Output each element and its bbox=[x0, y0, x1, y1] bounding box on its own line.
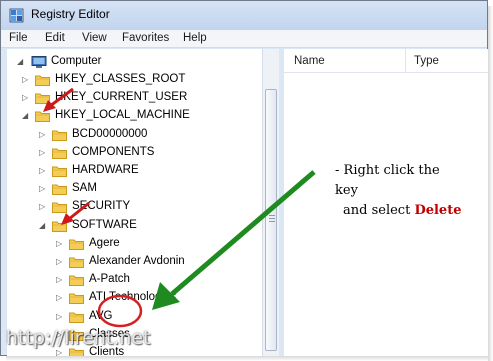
annotation-line-2: and select Delete bbox=[335, 201, 465, 221]
expand-arrow-icon[interactable]: ▷ bbox=[22, 93, 30, 103]
expand-arrow-icon[interactable]: ▷ bbox=[56, 275, 64, 285]
list-header: Name Type bbox=[284, 49, 488, 73]
folder-icon bbox=[69, 256, 84, 268]
tree-label: HKEY_LOCAL_MACHINE bbox=[55, 109, 190, 122]
folder-icon bbox=[35, 74, 50, 86]
tree-label: COMPONENTS bbox=[72, 145, 155, 158]
tree-label: HARDWARE bbox=[72, 164, 139, 176]
registry-editor-app-icon bbox=[9, 8, 24, 23]
menu-view[interactable]: View bbox=[82, 32, 107, 44]
watermark: http://lirent.net bbox=[6, 327, 151, 349]
collapse-arrow-icon[interactable]: ◢ bbox=[39, 221, 47, 231]
instruction-annotation: - Right click the key and select Delete bbox=[335, 161, 465, 221]
annotation-line-1: - Right click the key bbox=[335, 163, 440, 198]
registry-tree-pane[interactable]: ◢ Computer ▷ HKEY_CLASSES_ROOT ▷ HKEY_CUR… bbox=[7, 49, 278, 356]
folder-icon bbox=[69, 311, 84, 323]
column-header-name[interactable]: Name bbox=[294, 55, 325, 67]
computer-icon bbox=[31, 56, 47, 68]
annotation-line-2-prefix: and select bbox=[343, 203, 415, 218]
expand-arrow-icon[interactable]: ▷ bbox=[39, 148, 47, 158]
tree-label: SECURITY bbox=[72, 200, 131, 213]
window-shadow bbox=[6, 356, 492, 361]
menu-edit[interactable]: Edit bbox=[45, 32, 65, 44]
expand-arrow-icon[interactable]: ▷ bbox=[56, 293, 64, 303]
folder-icon bbox=[52, 129, 67, 141]
tree-label: A-Patch bbox=[89, 273, 130, 286]
folder-icon bbox=[52, 201, 67, 214]
tree-scrollbar[interactable] bbox=[262, 49, 279, 356]
expand-arrow-icon[interactable]: ▷ bbox=[39, 184, 47, 194]
tree-label: AVG bbox=[89, 309, 113, 322]
tree-label: Alexander Avdonin bbox=[89, 255, 185, 267]
tree-label: ATI Technologies bbox=[89, 291, 177, 304]
tree-label: Agere bbox=[89, 236, 120, 249]
window-shadow-right bbox=[488, 6, 493, 361]
expand-arrow-icon[interactable]: ▷ bbox=[39, 166, 47, 176]
menu-bar: File Edit View Favorites Help bbox=[1, 30, 487, 48]
window-title: Registry Editor bbox=[31, 7, 110, 21]
folder-icon bbox=[69, 274, 84, 287]
expand-arrow-icon[interactable]: ▷ bbox=[56, 257, 64, 267]
column-header-type[interactable]: Type bbox=[414, 55, 439, 67]
expand-arrow-icon[interactable]: ▷ bbox=[56, 312, 64, 322]
menu-help[interactable]: Help bbox=[183, 32, 207, 44]
tree-label: HKEY_CLASSES_ROOT bbox=[55, 73, 186, 85]
tree-label: Computer bbox=[51, 55, 102, 67]
collapse-arrow-icon[interactable]: ◢ bbox=[22, 111, 30, 121]
folder-icon bbox=[35, 110, 50, 123]
tree-label: SAM bbox=[72, 182, 97, 195]
title-bar: Registry Editor bbox=[1, 1, 487, 30]
folder-icon bbox=[52, 220, 67, 232]
expand-arrow-icon[interactable]: ▷ bbox=[39, 202, 47, 212]
expand-arrow-icon[interactable]: ▷ bbox=[56, 239, 64, 249]
menu-favorites[interactable]: Favorites bbox=[122, 32, 169, 44]
tree-label: HKEY_CURRENT_USER bbox=[55, 91, 188, 104]
folder-icon bbox=[52, 147, 67, 159]
folder-icon bbox=[52, 165, 67, 177]
folder-icon bbox=[69, 292, 84, 305]
expand-arrow-icon[interactable]: ▷ bbox=[22, 75, 30, 85]
tree-label: BCD00000000 bbox=[72, 127, 148, 140]
expand-arrow-icon[interactable]: ▷ bbox=[39, 130, 47, 140]
column-divider[interactable] bbox=[405, 49, 406, 73]
tree-label: SOFTWARE bbox=[72, 218, 137, 231]
collapse-arrow-icon[interactable]: ◢ bbox=[17, 57, 25, 67]
folder-icon bbox=[35, 92, 50, 105]
folder-icon bbox=[69, 238, 84, 250]
menu-file[interactable]: File bbox=[9, 32, 28, 44]
delete-highlight-text: Delete bbox=[414, 203, 462, 218]
expand-arrow-icon[interactable]: ▷ bbox=[56, 348, 64, 356]
folder-icon bbox=[52, 183, 67, 196]
scrollbar-thumb[interactable] bbox=[265, 89, 277, 351]
